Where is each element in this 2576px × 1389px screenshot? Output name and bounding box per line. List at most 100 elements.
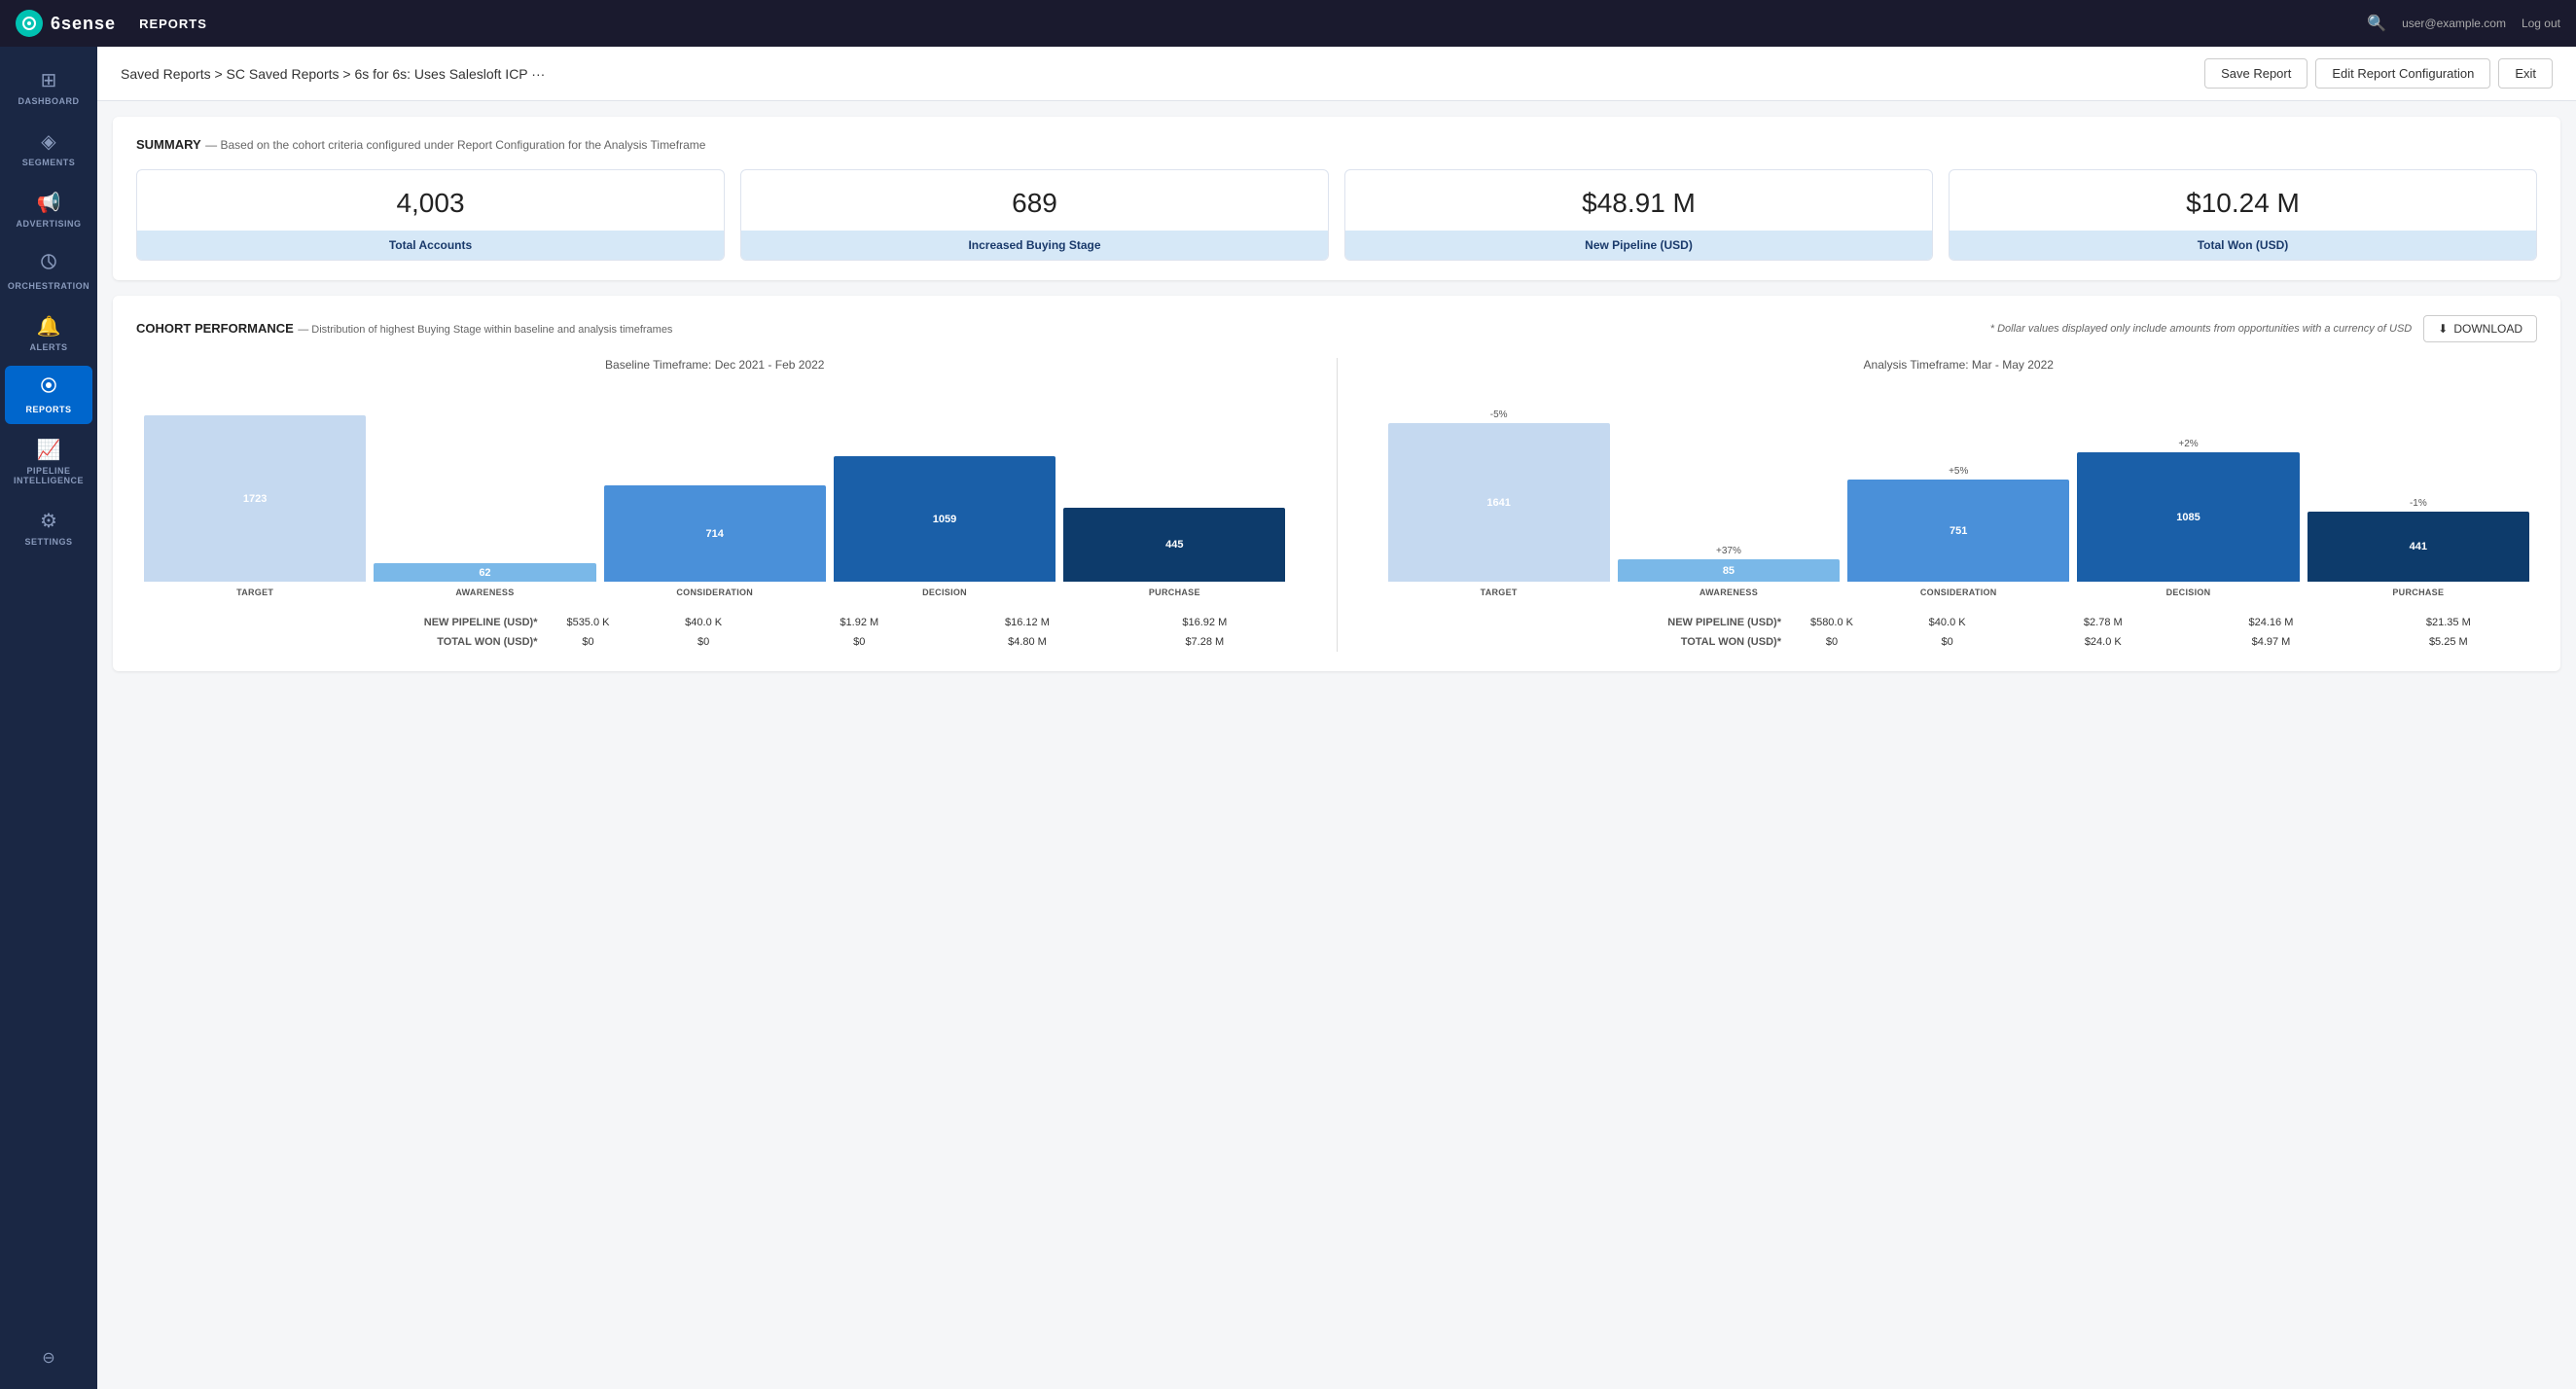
bar-bottom-label: DECISION — [2166, 588, 2211, 597]
metric-cell: $16.12 M — [939, 613, 1116, 632]
bar-bottom-label: CONSIDERATION — [1920, 588, 1997, 597]
content-area: Saved Reports > SC Saved Reports > 6s fo… — [97, 47, 2576, 1389]
bar: 441 — [2308, 512, 2529, 582]
bar: 751 — [1847, 480, 2069, 582]
metric-value: 4,003 — [137, 170, 724, 231]
metric-value: $10.24 M — [1950, 170, 2536, 231]
cohort-header: COHORT PERFORMANCE — Distribution of hig… — [136, 315, 2537, 342]
bar-change: +5% — [1949, 466, 1968, 477]
bar-value: 441 — [2410, 541, 2427, 552]
settings-icon: ⚙ — [40, 509, 57, 533]
sidebar-item-alerts[interactable]: 🔔 ALERTS — [5, 304, 92, 362]
download-button[interactable]: ⬇ DOWNLOAD — [2423, 315, 2537, 342]
bar-value: 1085 — [2176, 512, 2200, 523]
sidebar-item-orchestration[interactable]: ORCHESTRATION — [5, 242, 92, 301]
bar-bottom-label: AWARENESS — [1699, 588, 1758, 597]
bar-value: 1641 — [1486, 497, 1510, 509]
summary-header: SUMMARY — Based on the cohort criteria c… — [136, 136, 2537, 154]
sidebar-item-label: SETTINGS — [24, 537, 72, 547]
bar-change: -1% — [2410, 498, 2427, 509]
baseline-bars: 1723TARGET62AWARENESS714CONSIDERATION105… — [136, 383, 1294, 597]
metric-cell: $40.0 K — [1871, 613, 2023, 632]
analysis-title: Analysis Timeframe: Mar - May 2022 — [1380, 358, 2538, 372]
segments-icon: ◈ — [41, 129, 55, 154]
bar-value: 751 — [1950, 525, 1967, 537]
metric-row-label: NEW PIPELINE (USD)* — [1380, 613, 1793, 632]
baseline-title: Baseline Timeframe: Dec 2021 - Feb 2022 — [136, 358, 1294, 372]
sidebar-item-advertising[interactable]: 📢 ADVERTISING — [5, 181, 92, 238]
sidebar-item-dashboard[interactable]: ⊞ DASHBOARD — [5, 58, 92, 116]
bar-group: 62AWARENESS — [374, 383, 595, 597]
main-layout: ⊞ DASHBOARD ◈ SEGMENTS 📢 ADVERTISING ORC… — [0, 47, 2576, 1389]
chart-divider — [1337, 358, 1338, 652]
cohort-subtitle: — Distribution of highest Buying Stage w… — [298, 324, 672, 336]
collapse-icon: ⊖ — [42, 1348, 54, 1368]
sidebar-item-collapse[interactable]: ⊖ — [5, 1338, 92, 1377]
bar-group: 445 PURCHASE — [1063, 383, 1285, 597]
metric-value: 689 — [741, 170, 1328, 231]
orchestration-icon — [39, 252, 58, 277]
bar-group: -5% 1641 TARGET — [1388, 383, 1610, 597]
metric-cell: $24.0 K — [2023, 632, 2182, 652]
metric-value: $48.91 M — [1345, 170, 1932, 231]
table-row: TOTAL WON (USD)*$0$0$24.0 K$4.97 M$5.25 … — [1380, 632, 2538, 652]
metric-cell: $4.97 M — [2182, 632, 2359, 652]
bar-change: -5% — [1490, 410, 1508, 420]
charts-container: Baseline Timeframe: Dec 2021 - Feb 2022 … — [136, 358, 2537, 652]
summary-title: SUMMARY — [136, 137, 201, 152]
sidebar-item-pipeline[interactable]: 📈 PIPELINE INTELLIGENCE — [5, 428, 92, 495]
sidebar-item-segments[interactable]: ◈ SEGMENTS — [5, 120, 92, 177]
metric-cell: $2.78 M — [2023, 613, 2182, 632]
bar-bottom-label: PURCHASE — [1149, 588, 1200, 597]
bar-group: -1%441PURCHASE — [2308, 383, 2529, 597]
metric-cell: $21.35 M — [2360, 613, 2537, 632]
analysis-chart: Analysis Timeframe: Mar - May 2022 -5% 16… — [1380, 358, 2538, 652]
metric-row-label: TOTAL WON (USD)* — [1380, 632, 1793, 652]
baseline-chart: Baseline Timeframe: Dec 2021 - Feb 2022 … — [136, 358, 1294, 652]
metric-label: Increased Buying Stage — [741, 231, 1328, 260]
sidebar-item-label: ORCHESTRATION — [8, 281, 89, 291]
bar-value: 1059 — [933, 514, 956, 525]
bar: 62 — [374, 563, 595, 582]
cohort-title: COHORT PERFORMANCE — [136, 321, 294, 336]
bar-value: 445 — [1165, 539, 1183, 551]
metric-cell: $16.92 M — [1116, 613, 1293, 632]
metric-cell: $7.28 M — [1116, 632, 1293, 652]
bar-value: 85 — [1723, 565, 1735, 577]
reports-icon — [39, 375, 58, 401]
cohort-note: * Dollar values displayed only include a… — [1990, 323, 2413, 335]
bar-value: 62 — [479, 567, 490, 579]
bar: 445 — [1063, 508, 1285, 582]
metric-cell: $0 — [1871, 632, 2023, 652]
bar-group: 714CONSIDERATION — [604, 383, 826, 597]
bar: 714 — [604, 485, 826, 582]
logout-button[interactable]: Log out — [2522, 17, 2560, 30]
sidebar-item-reports[interactable]: REPORTS — [5, 366, 92, 424]
user-email: user@example.com — [2402, 17, 2506, 30]
cohort-title-group: COHORT PERFORMANCE — Distribution of hig… — [136, 320, 1990, 338]
metric-cell: $0 — [626, 632, 779, 652]
sidebar-item-settings[interactable]: ⚙ SETTINGS — [5, 499, 92, 556]
metric-cell: $24.16 M — [2182, 613, 2359, 632]
alerts-icon: 🔔 — [37, 314, 61, 338]
bar-change: +37% — [1716, 546, 1741, 556]
edit-report-config-button[interactable]: Edit Report Configuration — [2315, 58, 2490, 89]
metric-cell: $1.92 M — [780, 613, 939, 632]
nav-title: REPORTS — [139, 17, 207, 31]
metric-cell: $580.0 K — [1793, 613, 1871, 632]
sidebar: ⊞ DASHBOARD ◈ SEGMENTS 📢 ADVERTISING ORC… — [0, 47, 97, 1389]
metrics-table: NEW PIPELINE (USD)*$580.0 K$40.0 K$2.78 … — [1380, 613, 2538, 652]
search-icon[interactable]: 🔍 — [2367, 14, 2386, 33]
logo-text: 6sense — [51, 14, 116, 34]
exit-button[interactable]: Exit — [2498, 58, 2553, 89]
breadcrumb: Saved Reports > SC Saved Reports > 6s fo… — [121, 66, 2204, 82]
sidebar-item-label: ALERTS — [30, 342, 68, 352]
bar-group: +37% 85 AWARENESS — [1618, 383, 1840, 597]
table-row: NEW PIPELINE (USD)*$580.0 K$40.0 K$2.78 … — [1380, 613, 2538, 632]
bar: 1085 — [2077, 452, 2299, 582]
table-row: NEW PIPELINE (USD)*$535.0 K$40.0 K$1.92 … — [136, 613, 1294, 632]
summary-subtitle: — Based on the cohort criteria configure… — [205, 138, 705, 152]
metric-card: $10.24 M Total Won (USD) — [1949, 169, 2537, 261]
save-report-button[interactable]: Save Report — [2204, 58, 2308, 89]
bar-bottom-label: TARGET — [1481, 588, 1518, 597]
